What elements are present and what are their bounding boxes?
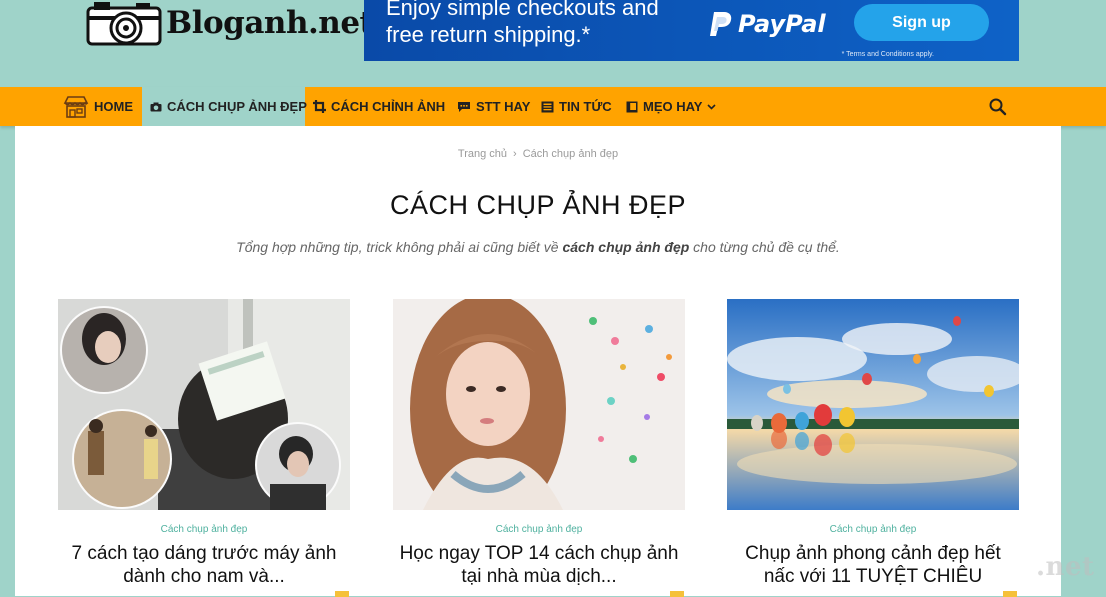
page-description: Tổng hợp những tip, trick không phải ai … <box>15 239 1061 255</box>
post-title-line2: nấc với 11 TUYỆT CHIÊU <box>763 566 983 587</box>
post-thumbnail-poses[interactable] <box>58 299 350 510</box>
desc-text-after: cho từng chủ đề cụ thể. <box>689 239 840 255</box>
newspaper-icon <box>541 101 554 113</box>
breadcrumb-home-link[interactable]: Trang chủ <box>458 148 507 160</box>
paypal-brand: PayPal <box>708 10 826 38</box>
site-logo[interactable]: Bloganh.net <box>86 0 374 46</box>
ad-headline-line2: free return shipping.* <box>386 22 591 47</box>
crop-icon <box>313 100 326 113</box>
post-title-line1: Chụp ảnh phong cảnh đẹp hết <box>745 543 1001 564</box>
post-card: Cách chụp ảnh đẹp Chụp ảnh phong cảnh đẹ… <box>727 299 1019 588</box>
post-card: Cách chụp ảnh đẹp 7 cách tạo dáng trước … <box>58 299 350 588</box>
paypal-wordmark: PayPal <box>738 10 826 38</box>
camera-icon <box>150 102 162 112</box>
breadcrumb: Trang chủ › Cách chụp ảnh đẹp <box>15 148 1061 160</box>
nav-item-tin-tuc[interactable]: TIN TỨC <box>541 87 612 126</box>
book-icon <box>626 101 638 113</box>
nav-label-cach-chinh-anh: CÁCH CHỈNH ẢNH <box>331 99 446 114</box>
page-title: CÁCH CHỤP ẢNH ĐẸP <box>389 190 687 220</box>
breadcrumb-current: Cách chụp ảnh đẹp <box>522 148 619 160</box>
paypal-logo-icon <box>710 12 732 36</box>
post-category[interactable]: Cách chụp ảnh đẹp <box>727 524 1019 538</box>
nav-label-cach-chup-anh-dep: CÁCH CHỤP ẢNH ĐẸP <box>167 99 307 114</box>
post-title[interactable]: Học ngay TOP 14 cách chụp ảnh tại nhà mù… <box>393 542 685 588</box>
breadcrumb-separator: › <box>513 148 517 160</box>
post-title-line1: 7 cách tạo dáng trước máy ảnh <box>71 543 337 564</box>
main-content: Trang chủ › Cách chụp ảnh đẹp CÁCH CHỤP ẢN… <box>15 126 1061 597</box>
chat-bubble-icon <box>457 101 471 113</box>
nav-item-stt-hay[interactable]: STT HAY <box>457 87 530 126</box>
site-watermark: .net <box>1036 552 1095 582</box>
nav-label-home: HOME <box>94 99 133 114</box>
post-card: Cách chụp ảnh đẹp Học ngay TOP 14 cách c… <box>393 299 685 588</box>
post-title[interactable]: 7 cách tạo dáng trước máy ảnh dành cho n… <box>58 542 350 588</box>
nav-item-cach-chup-anh-dep[interactable]: CÁCH CHỤP ẢNH ĐẸP <box>142 87 307 126</box>
post-title-line2: tại nhà mùa dịch... <box>461 566 617 587</box>
nav-label-meo-hay: MẸO HAY <box>643 99 703 114</box>
desc-text-before: Tổng hợp những tip, trick không phải ai … <box>236 239 563 255</box>
chevron-down-icon <box>707 103 717 110</box>
post-title[interactable]: Chụp ảnh phong cảnh đẹp hết nấc với 11 T… <box>727 542 1019 588</box>
camera-logo-icon <box>86 2 162 46</box>
sign-up-button[interactable]: Sign up <box>854 4 989 41</box>
post-meta-marker <box>1003 591 1017 597</box>
search-icon[interactable] <box>988 97 1008 117</box>
post-thumbnail-portrait[interactable] <box>393 299 685 510</box>
nav-label-stt-hay: STT HAY <box>476 99 531 114</box>
logo-text: Bloganh.net <box>166 5 374 41</box>
post-thumbnail-balloons[interactable] <box>727 299 1019 510</box>
nav-item-cach-chinh-anh[interactable]: CÁCH CHỈNH ẢNH <box>313 87 445 126</box>
post-meta-marker <box>670 591 684 597</box>
ad-headline-line1: Enjoy simple checkouts and <box>386 0 659 20</box>
main-nav: HOME CÁCH CHỤP ẢNH ĐẸP CÁCH CHỈNH ẢNH ST… <box>0 87 1106 126</box>
paypal-ad-banner[interactable]: Enjoy simple checkouts and free return s… <box>364 0 1019 61</box>
site-header: Bloganh.net Enjoy simple checkouts and f… <box>0 0 1106 87</box>
storefront-icon <box>63 95 89 118</box>
post-meta-marker <box>335 591 349 597</box>
post-category[interactable]: Cách chụp ảnh đẹp <box>393 524 685 538</box>
post-title-line1: Học ngay TOP 14 cách chụp ảnh <box>399 543 679 564</box>
ad-terms-note: * Terms and Conditions apply. <box>841 51 934 58</box>
desc-text-bold: cách chụp ảnh đẹp <box>562 239 690 255</box>
nav-label-tin-tuc: TIN TỨC <box>559 99 612 114</box>
post-title-line2: dành cho nam và... <box>123 566 285 587</box>
nav-item-home[interactable]: HOME <box>63 87 133 126</box>
nav-item-meo-hay[interactable]: MẸO HAY <box>626 87 717 126</box>
post-category[interactable]: Cách chụp ảnh đẹp <box>58 524 350 538</box>
